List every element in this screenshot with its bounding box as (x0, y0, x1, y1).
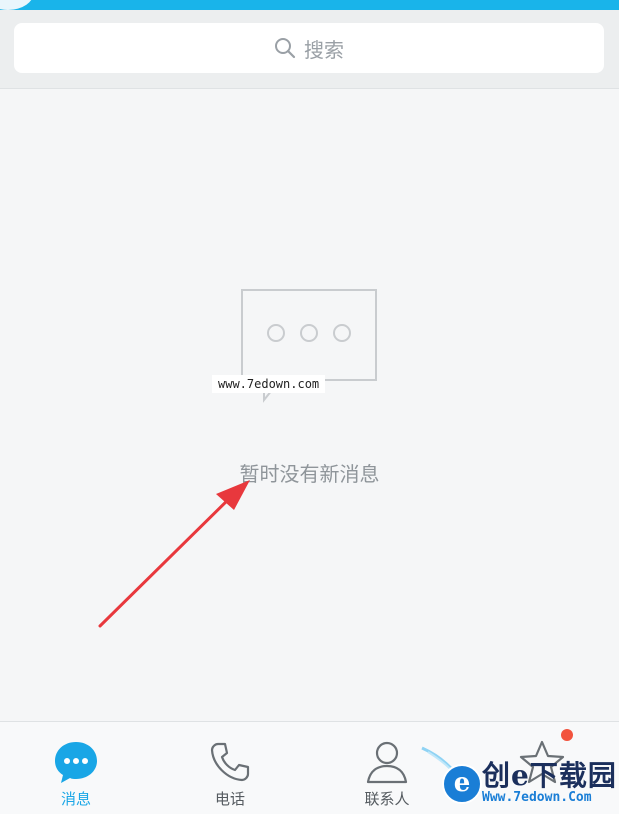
logo-e-icon: e (442, 764, 482, 804)
contacts-icon (366, 741, 408, 784)
phone-icon (210, 742, 250, 782)
tab-label: 消息 (60, 790, 91, 808)
search-input[interactable]: 搜索 (14, 23, 604, 73)
search-placeholder: 搜索 (304, 37, 344, 62)
logo-title: 创e下载园 (482, 759, 617, 792)
empty-state: www.7edown.com 暂时没有新消息 (0, 88, 619, 721)
logo-url: Www.7edown.Com (482, 790, 592, 805)
watermark-text: www.7edown.com (212, 375, 326, 393)
avatar[interactable] (0, 0, 34, 10)
tab-messages[interactable]: 消息 (16, 722, 136, 814)
chat-bubble-icon (55, 742, 97, 783)
status-bar (0, 0, 619, 10)
tab-label: 联系人 (364, 790, 410, 808)
site-logo-watermark: e 创e下载园 Www.7edown.Com (420, 740, 619, 813)
tab-phone[interactable]: 电话 (170, 722, 290, 814)
search-icon (275, 38, 296, 59)
annotation-arrow-icon (98, 480, 250, 628)
tab-label: 电话 (214, 790, 245, 808)
search-area: 搜索 (0, 10, 619, 89)
